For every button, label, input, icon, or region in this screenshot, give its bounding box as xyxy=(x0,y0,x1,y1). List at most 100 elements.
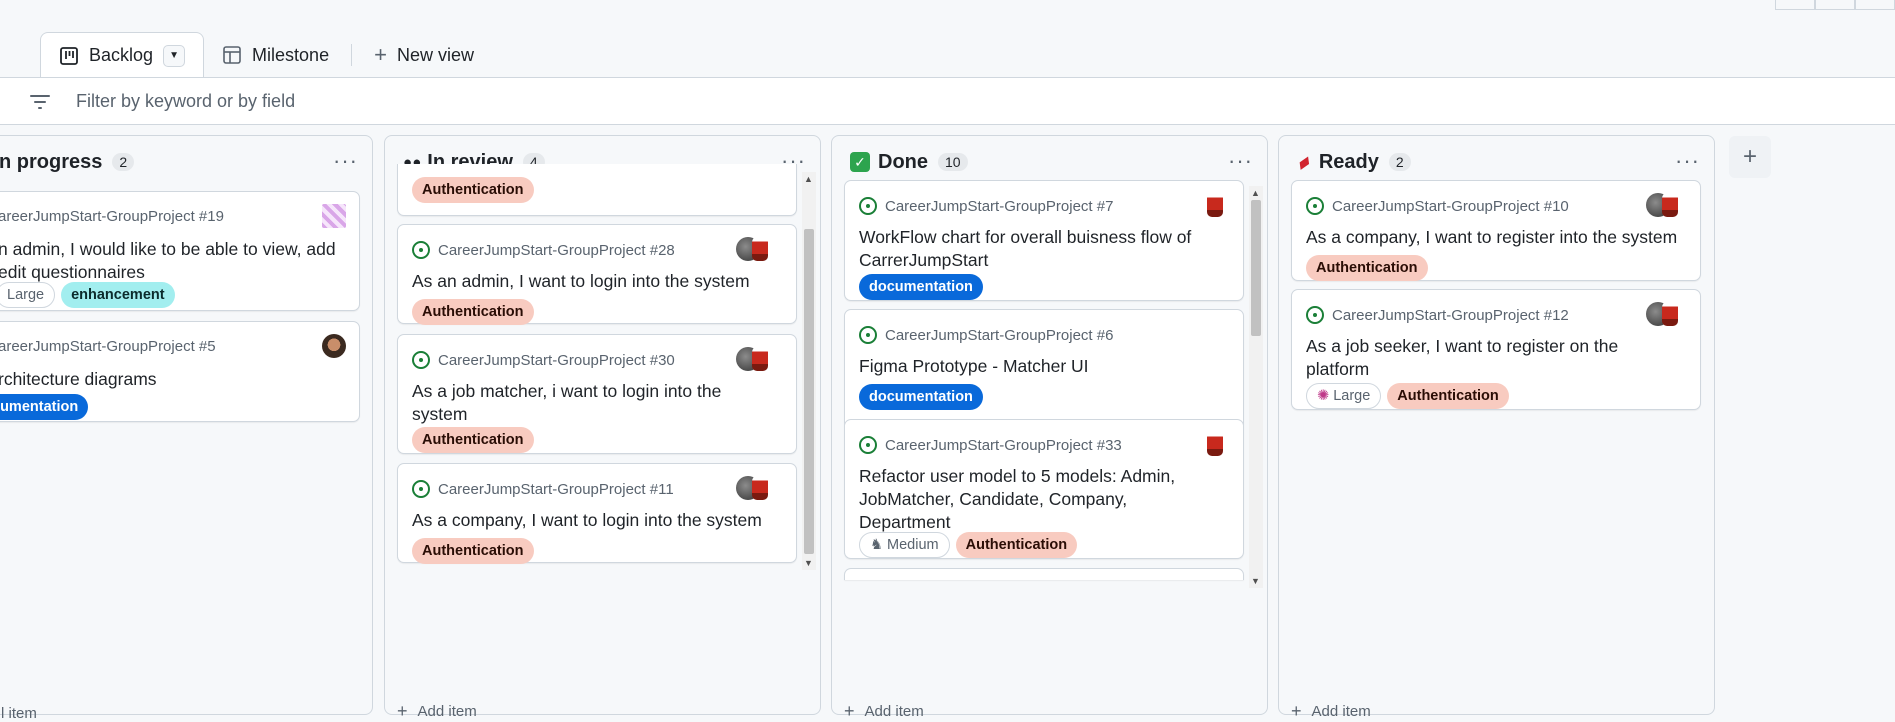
column-in-progress: n progress 2 ··· areerJumpStart-GroupPro… xyxy=(0,135,373,722)
card-title[interactable]: As a job seeker, I want to register on t… xyxy=(1306,335,1666,381)
scroll-up-icon[interactable]: ▲ xyxy=(1251,188,1260,198)
column-scrollbar[interactable]: ▲ ▼ xyxy=(1249,186,1263,588)
scroll-up-icon[interactable]: ▲ xyxy=(804,174,813,184)
card[interactable]: CareerJumpStart-GroupProject #7 WorkFlow… xyxy=(844,180,1244,301)
card-title[interactable]: n admin, I would like to be able to view… xyxy=(0,238,338,284)
avatar xyxy=(1207,193,1223,217)
card-title[interactable]: rchitecture diagrams xyxy=(0,368,338,391)
card-ref-text: CareerJumpStart-GroupProject #33 xyxy=(885,436,1122,454)
authentication-label: Authentication xyxy=(412,177,534,203)
card[interactable]: areerJumpStart-GroupProject #19 n admin,… xyxy=(0,191,360,311)
card-title[interactable]: Refactor user model to 5 models: Admin, … xyxy=(859,465,1199,534)
card[interactable]: CareerJumpStart-GroupProject #28 As an a… xyxy=(397,224,797,325)
open-issue-icon xyxy=(1306,306,1324,324)
kebab-icon[interactable]: ··· xyxy=(333,148,358,174)
card-ref[interactable]: areerJumpStart-GroupProject #19 xyxy=(0,208,224,225)
card-ref[interactable]: CareerJumpStart-GroupProject #6 xyxy=(859,326,1113,344)
filter-input[interactable]: Filter by keyword or by field xyxy=(76,91,295,112)
kebab-icon[interactable]: ··· xyxy=(1675,148,1700,174)
add-item-button[interactable]: + Add item xyxy=(844,701,924,722)
column-header: n progress 2 xyxy=(0,136,372,188)
card-labels: Authentication xyxy=(412,538,534,564)
scroll-thumb[interactable] xyxy=(1251,200,1261,336)
card[interactable]: CareerJumpStart-GroupProject #6 Figma Pr… xyxy=(844,309,1244,430)
avatar xyxy=(752,347,768,371)
card-title[interactable]: As a company, I want to register into th… xyxy=(1306,226,1696,249)
column-in-review: ● ● In review 4 ··· Authentication Caree… xyxy=(384,135,821,721)
card[interactable]: CareerJumpStart-GroupProject #10 As a co… xyxy=(1291,180,1701,281)
card-labels: documentation xyxy=(859,274,983,300)
scroll-thumb[interactable] xyxy=(804,229,814,554)
card-ref[interactable]: CareerJumpStart-GroupProject #12 xyxy=(1306,306,1569,324)
tab-options-caret-icon[interactable]: ▼ xyxy=(163,44,186,67)
card-title[interactable]: WorkFlow chart for overall buisness flow… xyxy=(859,226,1229,272)
card[interactable]: areerJumpStart-GroupProject #5 rchitectu… xyxy=(0,321,360,422)
avatar xyxy=(752,237,768,261)
card-ref[interactable]: CareerJumpStart-GroupProject #33 xyxy=(859,436,1122,454)
authentication-label: Authentication xyxy=(412,427,534,453)
avatar xyxy=(322,334,346,358)
size-label: ♞ Medium xyxy=(859,532,950,558)
open-issue-icon xyxy=(859,326,877,344)
add-item-button[interactable]: + Add item xyxy=(1291,701,1371,722)
add-column-button[interactable]: + xyxy=(1729,136,1771,178)
column-scrollbar[interactable]: ▲ ▼ xyxy=(802,172,816,570)
card-labels: cumentation xyxy=(0,394,89,420)
card[interactable]: CareerJumpStart-GroupProject #12 As a jo… xyxy=(1291,289,1701,410)
card-ref-text: CareerJumpStart-GroupProject #6 xyxy=(885,326,1114,344)
card-title[interactable]: As an admin, I want to login into the sy… xyxy=(412,270,782,293)
documentation-label: documentation xyxy=(859,274,983,300)
card-labels: ✺ Large Authentication xyxy=(1306,383,1509,409)
card-title[interactable]: As a company, I want to login into the s… xyxy=(412,509,792,532)
check-mark-icon: ✓ xyxy=(850,152,870,172)
column-ready: ▰ Ready 2 ··· CareerJumpStart-GroupProje… xyxy=(1278,135,1715,721)
card[interactable]: CareerJumpStart-GroupProject #11 As a co… xyxy=(397,463,797,564)
size-label: Large xyxy=(0,282,56,308)
filter-bar[interactable]: Filter by keyword or by field xyxy=(0,77,1895,125)
open-issue-icon xyxy=(412,480,430,498)
add-item-label: Add item xyxy=(417,703,477,720)
card-ref[interactable]: CareerJumpStart-GroupProject #10 xyxy=(1306,197,1569,215)
board-icon xyxy=(60,46,78,65)
avatar xyxy=(1207,432,1223,456)
column-title: Ready xyxy=(1318,150,1379,173)
documentation-label: cumentation xyxy=(0,394,89,420)
kebab-icon[interactable]: ··· xyxy=(1228,148,1253,174)
card-ref-text: CareerJumpStart-GroupProject #11 xyxy=(438,480,674,498)
top-right-buttons xyxy=(1775,0,1895,10)
tab-divider xyxy=(351,44,353,66)
card-ref-text: areerJumpStart-GroupProject #19 xyxy=(0,208,224,225)
card[interactable]: Authentication xyxy=(397,164,797,216)
card-ref[interactable]: CareerJumpStart-GroupProject #30 xyxy=(412,351,675,369)
card[interactable] xyxy=(844,568,1244,580)
top-button-3[interactable] xyxy=(1855,0,1895,10)
enhancement-label: enhancement xyxy=(61,282,175,308)
card[interactable]: CareerJumpStart-GroupProject #30 As a jo… xyxy=(397,334,797,454)
card-title[interactable]: Figma Prototype - Matcher UI xyxy=(859,355,1229,378)
authentication-label: Authentication xyxy=(1306,255,1428,281)
top-button-2[interactable] xyxy=(1815,0,1855,10)
board: n progress 2 ··· areerJumpStart-GroupPro… xyxy=(0,125,1895,722)
plus-icon: + xyxy=(1742,143,1757,170)
size-label-text: Medium xyxy=(887,537,939,553)
card-ref[interactable]: CareerJumpStart-GroupProject #28 xyxy=(412,241,675,259)
plus-icon: + xyxy=(844,701,855,721)
card-ref[interactable]: CareerJumpStart-GroupProject #11 xyxy=(412,480,674,498)
authentication-label: Authentication xyxy=(412,299,534,325)
card-ref[interactable]: areerJumpStart-GroupProject #5 xyxy=(0,338,216,355)
card[interactable]: CareerJumpStart-GroupProject #33 Refacto… xyxy=(844,419,1244,559)
scroll-down-icon[interactable]: ▼ xyxy=(1251,576,1260,586)
avatar xyxy=(1662,193,1678,217)
card-title[interactable]: As a job matcher, i want to login into t… xyxy=(412,380,742,426)
tab-backlog[interactable]: Backlog ▼ xyxy=(40,31,205,79)
add-item-button[interactable]: l item xyxy=(1,705,37,722)
new-view-button[interactable]: + New view xyxy=(356,32,492,78)
filter-icon[interactable] xyxy=(30,93,50,109)
add-item-button[interactable]: + Add item xyxy=(397,701,477,722)
scroll-down-icon[interactable]: ▼ xyxy=(804,558,813,568)
tab-milestone[interactable]: Milestone xyxy=(204,32,347,78)
top-button-1[interactable] xyxy=(1775,0,1815,10)
avatar xyxy=(1662,302,1678,326)
open-issue-icon xyxy=(412,351,430,369)
card-ref[interactable]: CareerJumpStart-GroupProject #7 xyxy=(859,197,1113,215)
